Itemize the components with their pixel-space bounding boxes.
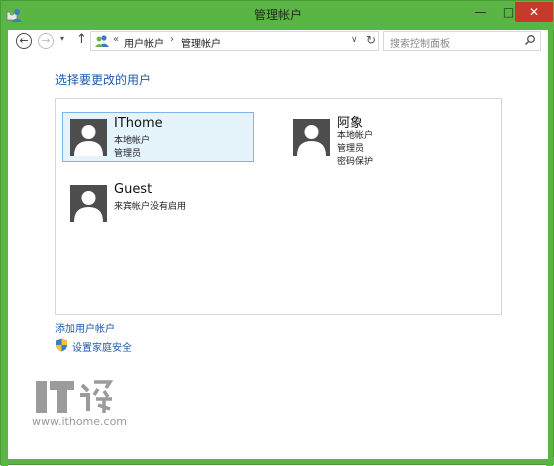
minimize-button[interactable]: —: [467, 2, 494, 22]
add-user-account-link[interactable]: 添加用户帐户: [55, 320, 115, 335]
breadcrumb-user-accounts[interactable]: 用户帐户: [124, 35, 164, 50]
breadcrumb-separator-icon[interactable]: ›: [170, 34, 174, 45]
user-name: Guest: [114, 182, 153, 197]
navigation-bar: ← → ▾ ↑ « 用户帐户 › 管理帐户 ∨ ↻ 搜索控制面板: [8, 30, 548, 54]
user-avatar-icon: [293, 119, 330, 156]
forward-button[interactable]: →: [38, 33, 54, 49]
back-button[interactable]: ←: [16, 33, 32, 49]
recent-locations-dropdown[interactable]: ▾: [60, 34, 64, 43]
user-accounts-icon: [95, 35, 109, 47]
user-password-status: 密码保护: [337, 157, 374, 167]
user-account-type: 本地帐户: [114, 136, 151, 146]
manage-accounts-window: 管理帐户 — □ ✕ ← → ▾ ↑ « 用户帐户 › 管理帐户 ∨ ↻ 搜索控…: [0, 0, 554, 466]
search-input[interactable]: 搜索控制面板: [383, 31, 541, 51]
window-frame-left: [1, 1, 8, 466]
family-safety-link[interactable]: 设置家庭安全: [72, 339, 132, 354]
shield-icon: [56, 338, 67, 352]
user-avatar-icon: [70, 119, 107, 156]
refresh-icon[interactable]: ↻: [366, 33, 376, 47]
user-account-status: 来宾帐户没有启用: [114, 202, 187, 212]
user-name: IThome: [114, 116, 163, 131]
user-card-guest[interactable]: Guest 来宾帐户没有启用: [62, 178, 254, 228]
search-placeholder: 搜索控制面板: [390, 39, 450, 50]
address-bar[interactable]: « 用户帐户 › 管理帐户 ∨ ↻: [90, 31, 379, 51]
user-role: 管理员: [114, 149, 142, 159]
user-role: 管理员: [337, 144, 365, 154]
page-heading: 选择要更改的用户: [55, 73, 152, 87]
up-button[interactable]: ↑: [76, 32, 87, 47]
user-account-type: 本地帐户: [337, 131, 374, 141]
address-dropdown-icon[interactable]: ∨: [351, 35, 358, 45]
search-icon[interactable]: [524, 34, 536, 46]
watermark-url: www.ithome.com: [32, 415, 128, 428]
user-card-axiang[interactable]: 阿象 本地帐户 管理员 密码保护: [285, 112, 477, 167]
user-card-ithome[interactable]: IThome 本地帐户 管理员: [62, 112, 254, 162]
breadcrumb-manage-accounts[interactable]: 管理帐户: [181, 35, 221, 50]
title-bar[interactable]: 管理帐户 — □ ✕: [1, 1, 554, 30]
close-button[interactable]: ✕: [515, 2, 553, 22]
user-list-panel: IThome 本地帐户 管理员 阿象 本地帐户 管理员 密码保护 Guest 来…: [55, 98, 502, 315]
main-content: 选择要更改的用户 IThome 本地帐户 管理员 阿象 本地帐户 管理员 密码保…: [8, 54, 548, 459]
address-overflow-chevron[interactable]: «: [113, 34, 119, 45]
user-avatar-icon: [70, 185, 107, 222]
